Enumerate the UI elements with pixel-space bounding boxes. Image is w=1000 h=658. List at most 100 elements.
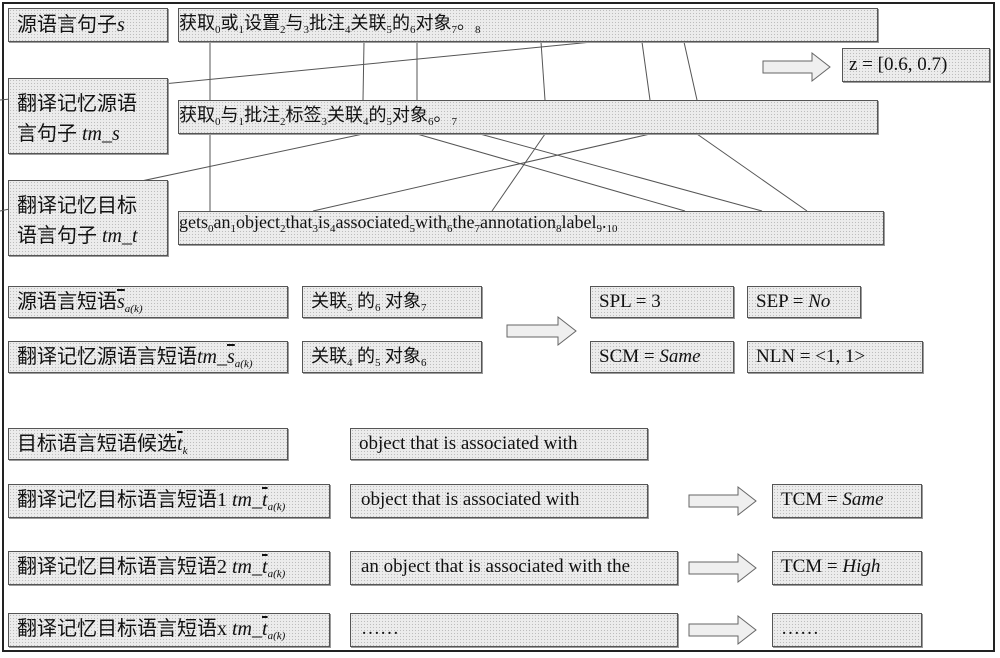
source-sentence-tokens: 获取0或1设置2与3批注4关联5的6对象7。8 — [178, 8, 878, 42]
label-line-2: 语言句子 — [17, 225, 102, 247]
alignment-link — [362, 41, 365, 101]
token-word: with — [414, 212, 447, 232]
var-s-bar: s — [227, 346, 235, 368]
var-prefix: tm_ — [232, 556, 262, 578]
feature-sep: SEP = No — [747, 286, 861, 318]
token: 对象6 — [392, 105, 434, 128]
token: 对象7 — [415, 13, 458, 36]
token-word: 关联 — [327, 105, 363, 125]
token: 批注2 — [244, 105, 286, 128]
tm-source-sentence-label: 翻译记忆源语 言句子 tm_s — [8, 78, 168, 154]
token-word: 的 — [357, 346, 375, 366]
token-word: object — [236, 212, 280, 232]
token-word: 对象 — [392, 105, 428, 125]
feature-value: Same — [842, 489, 884, 510]
target-candidate-value: object that is associated with — [350, 428, 648, 460]
token-word: an — [213, 212, 231, 232]
token-word: 批注 — [309, 13, 345, 33]
feature-value: <1, 1> — [815, 346, 866, 367]
alignment-link — [641, 41, 651, 101]
token-word: 关联 — [350, 13, 387, 33]
token-word: 批注 — [244, 105, 280, 125]
token-word: label — [561, 212, 597, 232]
token-word: 的 — [392, 13, 410, 33]
tm-target-sentence-label: 翻译记忆目标 语言句子 tm_t — [8, 180, 168, 256]
feature-nln: NLN = <1, 1> — [747, 341, 923, 373]
source-phrase-label: 源语言短语sa(k) — [8, 286, 288, 318]
label-text: 翻译记忆源语言短语 — [17, 346, 197, 368]
token: label9 — [561, 212, 601, 235]
token-index: 7 — [421, 302, 427, 314]
token: 关联4 — [327, 105, 369, 128]
token-word: annotation — [479, 212, 556, 232]
var-tm-t: tm_t — [102, 225, 138, 247]
token-index: 6 — [421, 357, 427, 369]
source-sentence-label: 源语言句子s — [8, 8, 168, 42]
token: the7 — [452, 212, 480, 235]
token: is4 — [318, 212, 336, 235]
token-word: 与 — [285, 13, 304, 33]
token-word: 对象 — [385, 291, 421, 311]
arrow-right-icon — [688, 485, 757, 517]
token-index: 8 — [475, 24, 481, 36]
token: with6 — [414, 212, 453, 235]
token: 标签3 — [286, 105, 328, 128]
label-text: 翻译记忆目标语言短语2 — [17, 556, 232, 578]
var-s: s — [117, 14, 125, 36]
value-text: object that is associated with — [361, 489, 580, 510]
alignment-link — [479, 133, 763, 212]
tm-source-phrase-label: 翻译记忆源语言短语tm_sa(k) — [8, 341, 288, 373]
feature-name: SEP = — [756, 291, 809, 312]
alignment-link — [416, 133, 686, 212]
token-word: 设置 — [244, 13, 280, 33]
target-candidate-label: 目标语言短语候选tk — [8, 428, 288, 460]
tm-target-phrase-value: …… — [350, 613, 678, 647]
token-word: associated — [335, 212, 410, 232]
alignment-link — [540, 41, 546, 101]
token-word: 对象 — [415, 13, 452, 33]
label-line-2: 言句子 — [17, 123, 82, 145]
alignment-link — [696, 133, 808, 212]
token-word: 获取 — [179, 13, 215, 33]
token: 关联5 — [350, 13, 393, 36]
token: 获取0 — [179, 105, 221, 128]
feature-value: No — [808, 291, 831, 312]
token-index: 10 — [606, 223, 618, 235]
alignment-link — [491, 133, 546, 212]
var-sub: a(k) — [267, 501, 286, 513]
token: 批注4 — [309, 13, 351, 36]
token-word: the — [452, 212, 475, 232]
feature-name: TCM = — [781, 556, 843, 577]
fuzzy-match-score: z = [0.6, 0.7) — [842, 48, 990, 82]
feature-value: Same — [659, 346, 701, 367]
tcm-feature: …… — [772, 613, 922, 647]
token-word: 对象 — [385, 346, 421, 366]
token-word: 的 — [368, 105, 387, 125]
feature-value: …… — [781, 618, 819, 639]
var-prefix: tm_ — [197, 346, 227, 368]
tm-target-phrase-value: an object that is associated with the — [350, 551, 678, 585]
alignment-link — [312, 133, 651, 212]
label-text: 源语言句子 — [17, 14, 117, 36]
token: object2 — [236, 212, 285, 235]
token-index: 7 — [451, 116, 458, 128]
label-line-1: 翻译记忆目标 — [17, 195, 137, 217]
tm-target-phrase-label: 翻译记忆目标语言短语2 tm_ta(k) — [8, 551, 330, 585]
source-phrase-value: 关联5 的6 对象7 — [302, 286, 482, 318]
value-text: an object that is associated with the — [361, 556, 631, 577]
token: 与3 — [285, 13, 310, 36]
token: 。7 — [434, 105, 458, 128]
token: that3 — [285, 212, 318, 235]
var-sub: a(k) — [234, 358, 253, 370]
feature-value: 3 — [651, 291, 661, 312]
var-prefix: tm_ — [232, 618, 262, 640]
token-word: 与 — [220, 105, 239, 125]
var-tm-s: tm_s — [82, 123, 120, 145]
label-text: 翻译记忆目标语言短语x — [17, 618, 232, 640]
tcm-feature: TCM = Same — [772, 484, 922, 518]
tm-target-phrase-label: 翻译记忆目标语言短语1 tm_ta(k) — [8, 484, 330, 518]
feature-spl: SPL = 3 — [590, 286, 734, 318]
label-text: 翻译记忆目标语言短语1 — [17, 489, 232, 511]
token: 或1 — [221, 13, 245, 36]
token: associated5 — [335, 212, 415, 235]
